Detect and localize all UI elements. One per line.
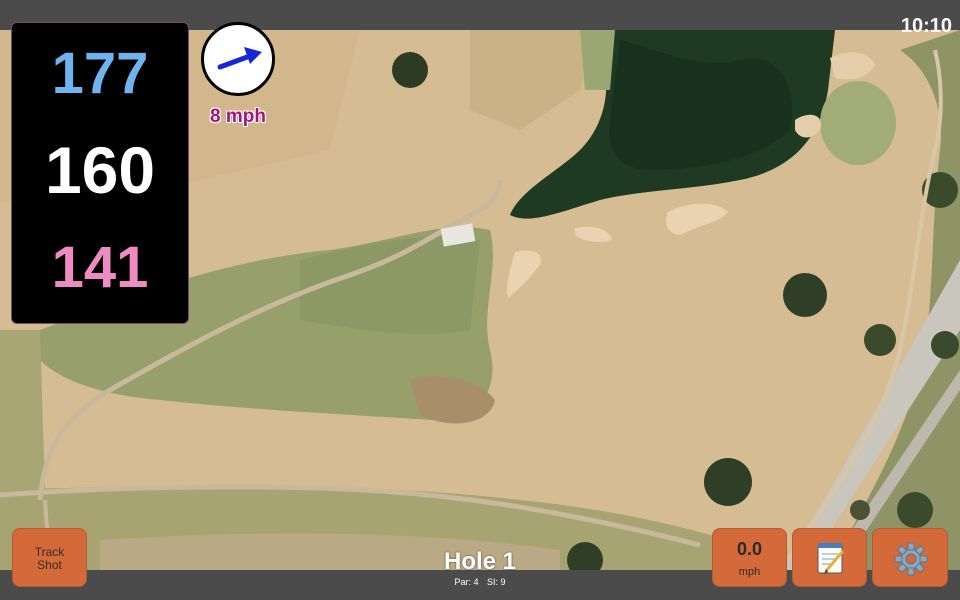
wind-direction-indicator [201,22,275,96]
swing-speed-button[interactable]: 0.0 mph [712,528,787,587]
middle-distance: 160 [44,133,156,207]
distance-panel: 177 160 141 [11,22,189,324]
front-distance: 141 [51,235,149,300]
swing-speed-unit: mph [738,566,761,578]
track-shot-button[interactable]: Track Shot [12,528,87,587]
track-shot-label: Track Shot [34,545,65,572]
back-distance: 177 [51,41,149,106]
hole-title: Hole 1 [443,548,517,575]
wind-arrow-icon [217,47,262,70]
notes-button[interactable] [792,528,867,587]
clock-time: 10:10 [900,15,952,37]
swing-speed-value: 0.0 [736,539,763,559]
notepad-icon [817,543,845,574]
hole-info: Par: 4 SI: 9 [380,577,580,587]
settings-button[interactable] [872,528,948,587]
hole-par: Par: 4 [454,577,479,587]
hole-stroke-index: SI: 9 [487,577,506,587]
gear-icon [894,542,928,576]
wind-speed-label: 8 mph [210,106,266,127]
